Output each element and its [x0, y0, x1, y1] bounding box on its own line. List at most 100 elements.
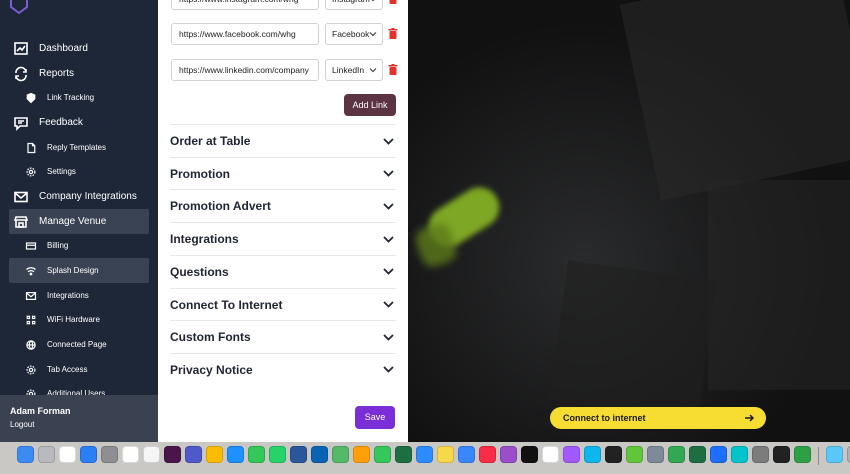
chevron-down-icon: [369, 68, 377, 73]
save-button[interactable]: Save: [355, 406, 395, 429]
trash-icon[interactable]: [388, 28, 398, 39]
sidebar-item-reports[interactable]: Reports: [9, 61, 149, 86]
dock-numbers-icon[interactable]: [668, 446, 685, 463]
sidebar-item-connected-page[interactable]: Connected Page: [9, 332, 149, 357]
dock-figma-icon[interactable]: [563, 446, 580, 463]
sidebar-item-wifi-hardware[interactable]: WiFi Hardware: [9, 307, 149, 332]
dock-photos-icon[interactable]: [353, 446, 370, 463]
mail-icon: [13, 189, 29, 205]
splash-design-panel: https://www.instagram.com/whg Instagram ht…: [158, 0, 466, 442]
dock-messages-icon[interactable]: [248, 446, 265, 463]
dock-calendar2-icon[interactable]: [122, 446, 139, 463]
dock-terminal-icon[interactable]: [773, 446, 790, 463]
dock-notion-icon[interactable]: [542, 446, 559, 463]
section-connect-to-internet[interactable]: Connect To Internet: [170, 287, 396, 321]
add-link-button[interactable]: Add Link: [344, 94, 396, 116]
section-privacy-notice[interactable]: Privacy Notice: [170, 352, 396, 386]
dock-word-icon[interactable]: [290, 446, 307, 463]
social-network-select[interactable]: LinkedIn: [325, 59, 383, 81]
user-panel: Adam Forman Logout: [0, 395, 158, 442]
sidebar-item-splash-design[interactable]: Splash Design: [9, 258, 149, 283]
dock-safari-icon[interactable]: [227, 446, 244, 463]
sidebar-item-reply-templates[interactable]: Reply Templates: [9, 135, 149, 160]
sidebar-item-integrations[interactable]: Integrations: [9, 283, 149, 308]
dock-maps-icon[interactable]: [332, 446, 349, 463]
dock-excel-icon[interactable]: [395, 446, 412, 463]
section-custom-fonts[interactable]: Custom Fonts: [170, 320, 396, 353]
dock-preview-icon[interactable]: [647, 446, 664, 463]
social-url-input[interactable]: https://www.facebook.com/whg: [171, 23, 319, 45]
chevron-down-icon: [371, 0, 375, 2]
chevron-down-icon: [383, 137, 394, 145]
dock-activity-icon[interactable]: [794, 446, 811, 463]
sidebar-item-dashboard[interactable]: Dashboard: [9, 36, 149, 61]
chevron-down-icon: [369, 32, 377, 37]
sidebar-item-company-integrations[interactable]: Company Integrations: [9, 184, 149, 209]
social-network-select[interactable]: Instagram: [325, 0, 383, 10]
dock-app-store-icon[interactable]: [80, 446, 97, 463]
trash-icon[interactable]: [388, 64, 398, 75]
dock-launchpad-icon[interactable]: [38, 446, 55, 463]
dock-calculator-icon[interactable]: [752, 446, 769, 463]
dock-notes-icon[interactable]: [437, 446, 454, 463]
dock-facetime-icon[interactable]: [374, 446, 391, 463]
section-title: Order at Table: [170, 134, 251, 148]
dock-outlook-icon[interactable]: [311, 446, 328, 463]
dock-whatsapp-icon[interactable]: [269, 446, 286, 463]
dock-teams-icon[interactable]: [185, 446, 202, 463]
sidebar-item-tab-access[interactable]: Tab Access: [9, 357, 149, 382]
dock-calendar-icon[interactable]: [59, 446, 76, 463]
social-network-select[interactable]: Facebook: [325, 23, 383, 45]
dock-podcasts-icon[interactable]: [500, 446, 517, 463]
globe-icon: [25, 339, 37, 351]
dock-mail-icon[interactable]: [458, 446, 475, 463]
gear-icon: [25, 364, 37, 376]
section-title: Promotion Advert: [170, 199, 271, 214]
dock-slack-icon[interactable]: [164, 446, 181, 463]
section-title: Questions: [170, 264, 229, 279]
sidebar-item-label: Company Integrations: [39, 191, 137, 202]
connect-to-internet-button[interactable]: Connect to internet: [550, 407, 766, 429]
dock-music-icon[interactable]: [479, 446, 496, 463]
arrow-right-icon: [745, 414, 754, 422]
section-integrations[interactable]: Integrations: [170, 222, 396, 255]
dock: [0, 442, 850, 474]
sidebar-item-manage-venue[interactable]: Manage Venue: [9, 209, 149, 234]
dock-webex-icon[interactable]: [626, 446, 643, 463]
logout-link[interactable]: Logout: [10, 420, 34, 429]
social-url-input[interactable]: https://www.linkedin.com/company: [171, 59, 319, 81]
section-promotion[interactable]: Promotion: [170, 156, 396, 190]
dock-zoom-icon[interactable]: [416, 446, 433, 463]
dock-tv-icon[interactable]: [521, 446, 538, 463]
dock-finder-icon[interactable]: [17, 446, 34, 463]
social-network-value: Instagram: [332, 0, 370, 4]
chevron-down-icon: [383, 235, 394, 243]
logo-icon: [10, 0, 28, 14]
dock-reminders-icon[interactable]: [143, 446, 160, 463]
sidebar-item-billing[interactable]: Billing: [9, 233, 149, 258]
section-order-at-table[interactable]: Order at Table: [170, 124, 396, 157]
social-link-row: https://www.facebook.com/whg Facebook: [171, 23, 403, 45]
section-questions[interactable]: Questions: [170, 254, 396, 288]
sidebar-item-label: Integrations: [47, 291, 89, 300]
section-title: Promotion: [170, 166, 230, 181]
sidebar-item-label: Reports: [39, 68, 75, 79]
social-url-input[interactable]: https://www.instagram.com/whg: [171, 0, 319, 10]
dock-settings-icon[interactable]: [101, 446, 118, 463]
dock-excel2-icon[interactable]: [689, 446, 706, 463]
sidebar-item-label: Billing: [47, 241, 69, 250]
dock-canva-icon[interactable]: [731, 446, 748, 463]
dock-keynote-icon[interactable]: [710, 446, 727, 463]
dock-downloads-icon[interactable]: [826, 446, 843, 463]
sidebar-item-settings[interactable]: Settings: [9, 159, 149, 184]
dock-docker-icon[interactable]: [584, 446, 601, 463]
section-promotion-advert[interactable]: Promotion Advert: [170, 189, 396, 222]
dock-chrome-icon[interactable]: [206, 446, 223, 463]
sidebar-item-label: Feedback: [39, 117, 83, 128]
sidebar-item-link-tracking[interactable]: Link Tracking: [9, 85, 149, 110]
badge-icon: [25, 92, 37, 104]
sidebar-item-feedback[interactable]: Feedback: [9, 110, 149, 135]
dock-cursor-icon[interactable]: [605, 446, 622, 463]
trash-icon[interactable]: [388, 0, 398, 4]
sidebar-item-label: Link Tracking: [47, 93, 95, 102]
